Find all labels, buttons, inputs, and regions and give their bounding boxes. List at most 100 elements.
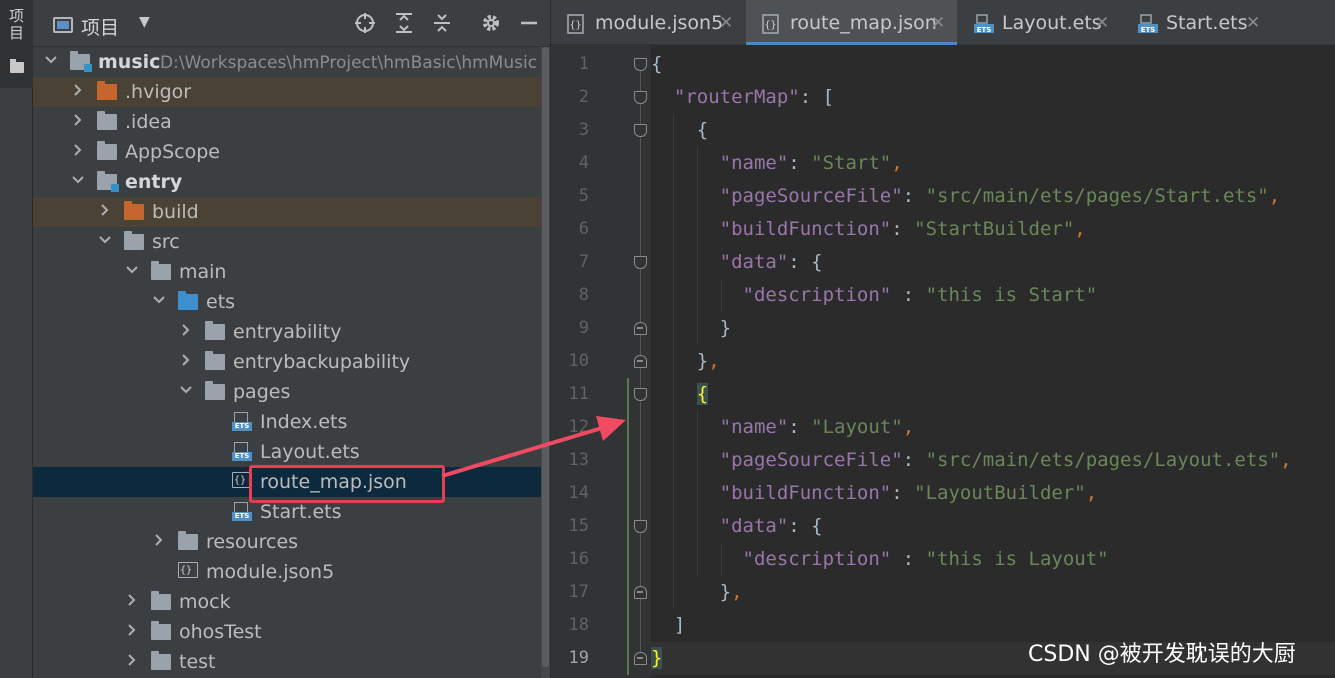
tree-item-label: entryability [233,321,342,343]
tree-file-item[interactable]: {} module.json5 [33,557,541,587]
tree-folder-item[interactable]: entrybackupability [33,347,541,377]
tree-folder-item[interactable]: test [33,647,541,677]
project-panel-title: 项目 [81,17,120,39]
editor-tab[interactable]: ETS Layout.ets ✕ [958,0,1121,45]
project-scrollbar-thumb[interactable] [542,47,549,667]
editor-tab-label: module.json5 [595,12,724,34]
line-number: 9 [578,318,589,338]
project-tool-tab[interactable]: 项目 [0,0,33,88]
tree-item-label: entry [125,171,183,193]
chevron-right-icon[interactable] [178,351,194,373]
json-file-icon: {} [567,14,585,34]
tree-item-label: pages [233,381,291,403]
collapse-all-icon[interactable] [430,12,454,36]
tree-folder-item[interactable]: entryability [33,317,541,347]
expand-all-icon[interactable] [392,12,416,36]
tree-folder-item[interactable]: .idea [33,107,541,137]
line-number: 14 [568,483,589,503]
project-panel: 项目 ▼ music D:\Workspaces\hmProject\hmBasi… [33,0,550,678]
tree-folder-item[interactable]: pages [33,377,541,407]
fold-collapse-icon[interactable] [634,91,647,104]
tree-folder-item[interactable]: AppScope [33,137,541,167]
code-line: { [651,53,663,75]
fold-end-icon[interactable] [634,322,647,335]
tree-folder-item[interactable]: build [33,197,541,227]
tree-folder-item[interactable]: entry [33,167,541,197]
chevron-down-icon[interactable] [178,381,194,403]
chevron-down-icon[interactable] [97,231,113,253]
chevron-down-icon[interactable] [43,51,59,73]
folder-icon [178,531,198,550]
fold-end-icon[interactable] [634,652,647,665]
tree-file-item[interactable]: ETS Layout.ets [33,437,541,467]
code-line: { [651,119,709,141]
folder-icon [151,261,171,280]
close-tab-icon[interactable]: ✕ [931,11,945,35]
ets-file-icon: ETS [232,412,252,431]
folder-icon [205,381,225,400]
chevron-down-icon[interactable] [151,291,167,313]
tree-folder-item[interactable]: main [33,257,541,287]
project-view-icon [53,17,73,33]
chevron-right-icon[interactable] [178,321,194,343]
gear-icon[interactable] [479,12,503,36]
code-editor: {} module.json5 ✕{} route_map.json ✕ ETS Layou… [551,0,1335,678]
close-tab-icon[interactable]: ✕ [719,11,733,35]
folder-icon [205,321,225,340]
tree-folder-item[interactable]: ets [33,287,541,317]
chevron-right-icon[interactable] [70,81,86,103]
module-folder-icon [97,171,119,192]
tree-folder-item[interactable]: ohosTest [33,617,541,647]
folder-icon [97,141,117,160]
tree-folder-item[interactable]: .hvigor [33,77,541,107]
fold-collapse-icon[interactable] [634,58,647,71]
locate-file-icon[interactable] [353,12,377,36]
hide-panel-icon[interactable] [517,12,541,36]
tree-file-item[interactable]: ETS Index.ets [33,407,541,437]
code-line: ] [651,614,686,636]
fold-end-icon[interactable] [634,586,647,599]
editor-tab[interactable]: {} route_map.json ✕ [746,0,957,45]
tree-item-label: route_map.json [260,471,407,493]
fold-collapse-icon[interactable] [634,124,647,137]
line-number: 2 [578,87,589,107]
chevron-right-icon[interactable] [124,621,140,643]
view-dropdown-icon[interactable]: ▼ [139,14,150,30]
folder-icon [151,651,171,670]
chevron-right-icon[interactable] [124,651,140,673]
close-tab-icon[interactable]: ✕ [1095,11,1109,35]
tree-folder-item[interactable]: src [33,227,541,257]
tree-file-item[interactable]: ETS Start.ets [33,497,541,527]
close-tab-icon[interactable]: ✕ [1246,11,1260,35]
editor-tab[interactable]: {} module.json5 ✕ [551,0,745,45]
chevron-right-icon[interactable] [124,591,140,613]
chevron-right-icon[interactable] [70,141,86,163]
fold-collapse-icon[interactable] [634,256,647,269]
editor-tab-label: route_map.json [790,12,937,34]
editor-tab[interactable]: ETS Start.ets ✕ [1122,0,1272,45]
line-number: 7 [578,252,589,272]
tree-item-label: src [152,231,180,253]
chevron-right-icon[interactable] [151,531,167,553]
chevron-down-icon[interactable] [124,261,140,283]
folder-icon [97,111,117,130]
line-number: 18 [568,615,589,635]
tree-folder-item[interactable]: music D:\Workspaces\hmProject\hmBasic\hmM… [33,47,541,77]
fold-collapse-icon[interactable] [634,388,647,401]
code-line: "pageSourceFile": "src/main/ets/pages/La… [719,449,1292,471]
code-line: } [651,317,732,339]
code-area[interactable]: { "routerMap": [ { "name": "Start", "pag… [651,45,1335,678]
project-scrollbar[interactable] [541,47,550,678]
chevron-right-icon[interactable] [97,201,113,223]
tree-file-item[interactable]: {} route_map.json [33,467,541,497]
chevron-right-icon[interactable] [70,111,86,133]
chevron-down-icon[interactable] [70,171,86,193]
fold-end-icon[interactable] [634,355,647,368]
tree-folder-item[interactable]: mock [33,587,541,617]
folder-icon [124,201,144,220]
tree-folder-item[interactable]: resources [33,527,541,557]
tree-item-label: music [98,51,161,73]
line-number: 10 [568,351,589,371]
svg-text:ETS: ETS [1141,26,1156,34]
fold-collapse-icon[interactable] [634,520,647,533]
